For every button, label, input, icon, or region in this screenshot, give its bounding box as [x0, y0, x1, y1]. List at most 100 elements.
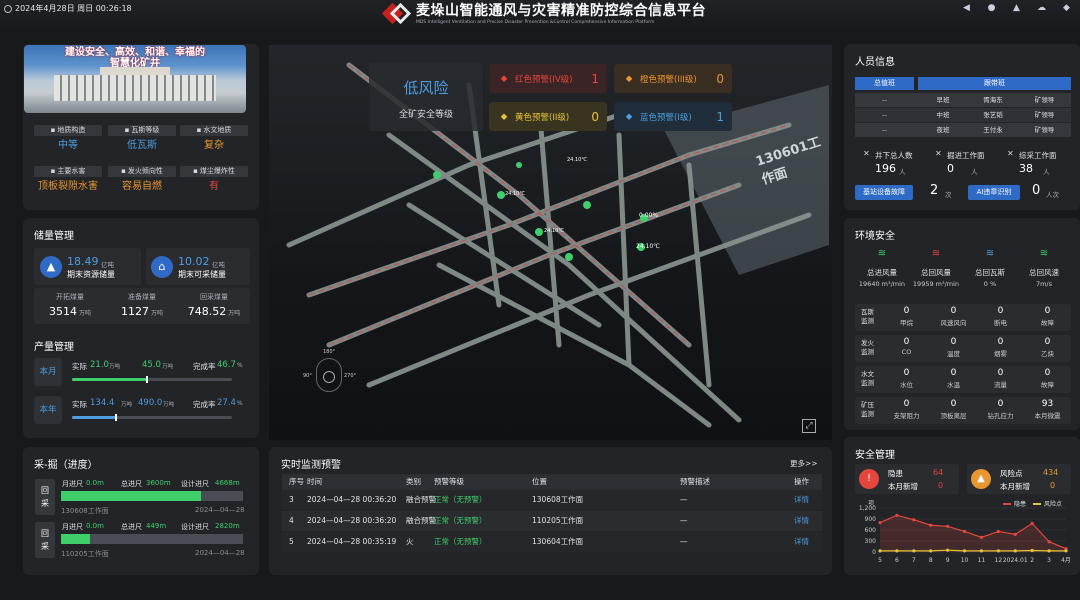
explosion-icon: ▪ — [193, 167, 198, 175]
env-sub-metric: 0 水位 — [900, 368, 913, 389]
month-value: 0.0m — [86, 522, 104, 530]
compass-control[interactable] — [316, 358, 342, 392]
hazard-label: 隐患 — [888, 469, 903, 478]
x-tick-label: 4月 — [1061, 557, 1071, 564]
water-icon: ▪ — [196, 126, 202, 134]
fullscreen-icon[interactable]: ⤢ — [802, 419, 816, 433]
warning-count: 0 — [716, 71, 724, 86]
shift-cell: 早班 — [936, 96, 950, 104]
bell-icon[interactable]: ▲ — [1011, 3, 1022, 13]
env-group-label: 瓦斯 监测 — [861, 308, 874, 325]
cell-location: 130604工作面 — [532, 537, 584, 546]
end-resource-unit: 亿吨 — [101, 261, 114, 269]
mine-attr-value: 中等 — [58, 140, 78, 151]
water-drop-icon: ▪ — [50, 167, 56, 175]
env-group-label: 发火 监测 — [861, 339, 874, 356]
env-sub-metric: 0 故障 — [1041, 306, 1054, 327]
table-row: 5 2024—04—28 00:35:19 火 正常（无预警） 130604工作面 — 详情 — [282, 532, 822, 552]
cell-no: 5 — [289, 537, 294, 546]
env-metric-label: 总回风量 — [921, 268, 951, 277]
env-sub-metric: 0 故障 — [1041, 368, 1054, 389]
mine-attr-explosion: ▪ 煤尘爆炸性有 — [180, 166, 248, 198]
month-value: 0.0m — [86, 479, 104, 487]
env-sub-metric: 0 断电 — [994, 306, 1007, 327]
page-title: 麦垛山智能通风与灾害精准防控综合信息平台 — [416, 3, 706, 19]
production-period-tag[interactable]: 本年 — [34, 396, 62, 424]
map-temp-label-4: 24.10℃ — [505, 191, 525, 197]
risk-point-label: 风险点 — [1000, 469, 1023, 478]
env-metric-label: 总回风速 — [1029, 268, 1059, 277]
mine-attr-value: 容易自燃 — [122, 181, 162, 192]
col-header: 预警等级 — [434, 477, 464, 486]
x-tick-label: 2 — [1030, 557, 1034, 564]
x-tick-label: 5 — [878, 557, 882, 564]
shift-row: -- 中班 张艺韬 矿领导 — [855, 108, 1071, 122]
env-metric-value: 7m/s — [1035, 280, 1053, 288]
actual-value: 134.4 — [90, 398, 115, 408]
tab-on-duty[interactable]: 总值班 — [855, 77, 914, 90]
plan-value: 45.0 — [142, 360, 161, 370]
miner-icon: ✕ — [1007, 149, 1014, 158]
more-link[interactable]: 更多>> — [790, 458, 818, 469]
page-subtitle: MDS Intelligent Ventilation and Precise … — [416, 20, 655, 25]
warning-card-3[interactable]: ◆ 蓝色预警(I级) 1 — [614, 102, 732, 131]
count-unit: 人 — [899, 168, 906, 176]
warning-card-2[interactable]: ◆ 黄色预警(II级) 0 — [489, 102, 607, 131]
coal-stat-value-wrap: 748.52 万吨 — [178, 305, 250, 318]
speaker-icon[interactable]: ◀ — [961, 3, 972, 13]
shield-check-icon: ◆ — [625, 111, 633, 122]
col-header: 预警描述 — [680, 477, 710, 486]
cube-icon[interactable]: ◆ — [1061, 3, 1072, 13]
cloud-icon[interactable]: ☁ — [1036, 3, 1047, 13]
design-value: 4668m — [215, 479, 240, 487]
coal-stat-value: 3514 — [48, 305, 77, 318]
env-sub-metric: 0 风速风向 — [940, 306, 967, 327]
warning-card-1[interactable]: ◆ 橙色预警(III级) 0 — [614, 64, 732, 93]
actual-unit: 万吨 — [121, 402, 133, 408]
total-value: 449m — [146, 522, 167, 530]
coal-stat-value: 1127 — [120, 305, 149, 318]
mine-attr-building: ▪ 地质构造中等 — [34, 125, 102, 157]
compass-left-label: 90° — [303, 373, 312, 379]
actual-label: 实际 — [72, 400, 87, 409]
mine-attr-label: ▪ 水文地质 — [180, 125, 248, 136]
detail-link[interactable]: 详情 — [794, 532, 809, 552]
compass-center-icon[interactable] — [323, 371, 335, 383]
coal-stat-unit: 万吨 — [150, 310, 163, 317]
cell-time: 2024—04—28 00:35:19 — [307, 537, 397, 546]
y-tick-label: 1,200 — [859, 505, 876, 512]
map-temp-label: 24.10℃ — [636, 243, 660, 250]
header-bar: 2024年4月28日 周日 00:26:18 麦垛山智能通风与灾害精准防控综合信… — [0, 0, 1080, 34]
production-progress-fill — [72, 416, 116, 419]
detail-link[interactable]: 详情 — [794, 511, 809, 531]
production-period-tag[interactable]: 本月 — [34, 358, 62, 386]
hazard-new-label: 本月新增 — [888, 482, 918, 491]
shield-icon: ◆ — [500, 111, 508, 122]
rate-label: 完成率 — [193, 362, 216, 371]
realtime-title: 实时监测预警 — [281, 460, 341, 471]
ai-violation-label[interactable]: AI违章识别 — [968, 185, 1020, 200]
mine-attr-label: ▪ 地质构造 — [34, 125, 102, 136]
user-icon[interactable]: ● — [986, 3, 997, 13]
cell-no: 3 — [289, 495, 294, 504]
col-header: 时间 — [307, 477, 322, 486]
tab-follow-shift[interactable]: 跟带班 — [918, 77, 1071, 90]
warning-card-0[interactable]: ◆ 红色预警(IV级) 1 — [489, 64, 607, 93]
excavation-date: 2024—04—28 — [195, 549, 245, 557]
mine-attr-ch4: ▪ 瓦斯等级 低瓦斯 — [108, 125, 176, 157]
detail-link[interactable]: 详情 — [794, 490, 809, 510]
coal-stat-value-wrap: 3514 万吨 — [34, 305, 106, 318]
leader-name: 胥海东 — [983, 96, 1003, 104]
series-point — [946, 548, 950, 552]
env-sub-metric: 0 乙炔 — [1041, 337, 1054, 358]
series-point — [912, 549, 916, 553]
base-fault-label[interactable]: 基站设备故障 — [855, 185, 913, 200]
ai-violation-unit: 人次 — [1046, 191, 1059, 199]
env-metric-value: 19959 m³/min — [912, 280, 960, 288]
leader-name: 张艺韬 — [983, 111, 1003, 119]
env-sub-metric: 0 CO — [901, 337, 912, 356]
warning-triangle-icon: ◆ — [625, 73, 633, 84]
company-logo-icon — [381, 2, 412, 25]
fan-icon: ≋ — [877, 248, 887, 259]
y-tick-label: 600 — [865, 527, 877, 534]
